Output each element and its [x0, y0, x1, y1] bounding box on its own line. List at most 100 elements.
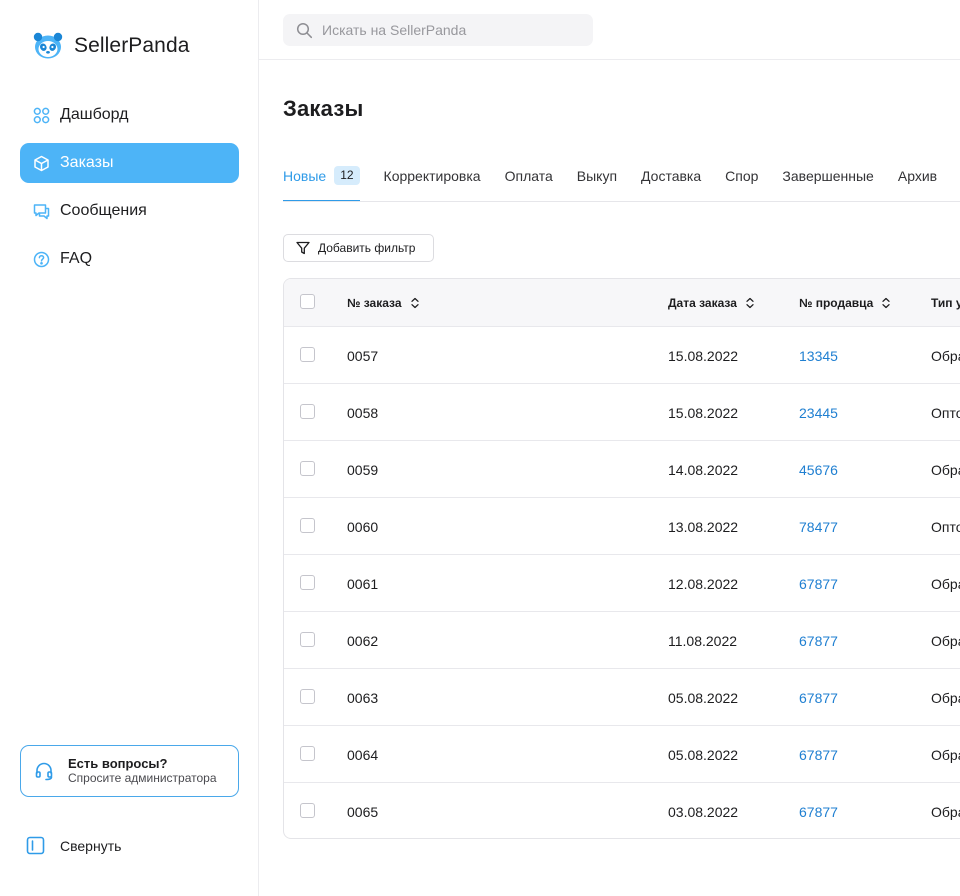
- table-row[interactable]: 0058 15.08.2022 23445 Опто: [284, 384, 960, 441]
- column-label: Тип у: [931, 296, 960, 310]
- sidebar-item-dashboard[interactable]: Дашборд: [20, 95, 239, 135]
- count-badge: 12: [334, 166, 360, 185]
- order-number: 0065: [347, 803, 379, 820]
- question-icon: [33, 251, 50, 268]
- order-date: 13.08.2022: [668, 518, 739, 535]
- tab-archive[interactable]: Архив: [898, 163, 937, 201]
- sidebar-item-faq[interactable]: FAQ: [20, 239, 239, 279]
- search-bar: [283, 14, 593, 46]
- row-checkbox[interactable]: [300, 518, 315, 533]
- sidebar-item-label: Дашборд: [60, 106, 129, 123]
- seller-link[interactable]: 23445: [799, 384, 838, 441]
- order-number: 0057: [347, 347, 379, 364]
- tab-completed[interactable]: Завершенные: [782, 163, 873, 201]
- tab-label: Спор: [725, 168, 759, 184]
- order-date: 11.08.2022: [668, 632, 738, 649]
- tab-correction[interactable]: Корректировка: [384, 163, 481, 201]
- help-text: Есть вопросы? Спросите администратора: [68, 756, 217, 786]
- column-label: Дата заказа: [668, 296, 737, 310]
- box-icon: [33, 155, 50, 172]
- add-filter-button[interactable]: Добавить фильтр: [283, 234, 434, 262]
- tab-label: Новые: [283, 168, 327, 184]
- table-row[interactable]: 0063 05.08.2022 67877 Обра: [284, 669, 960, 726]
- seller-link[interactable]: 67877: [799, 726, 838, 783]
- row-checkbox[interactable]: [300, 689, 315, 704]
- orders-table: № заказа Дата заказа № продавца Тип у 00…: [283, 278, 960, 839]
- row-checkbox[interactable]: [300, 347, 315, 362]
- order-number: 0059: [347, 461, 379, 478]
- table-row[interactable]: 0061 12.08.2022 67877 Обра: [284, 555, 960, 612]
- sidebar-item-messages[interactable]: Сообщения: [20, 191, 239, 231]
- seller-link[interactable]: 78477: [799, 498, 838, 555]
- order-date: 14.08.2022: [668, 461, 739, 478]
- column-header-date[interactable]: Дата заказа: [668, 279, 755, 327]
- tab-label: Архив: [897, 168, 938, 184]
- tab-delivery[interactable]: Доставка: [641, 163, 701, 201]
- order-type: Обра: [931, 632, 960, 649]
- row-checkbox[interactable]: [300, 746, 315, 761]
- select-all-checkbox[interactable]: [300, 294, 315, 309]
- column-label: № заказа: [347, 296, 402, 310]
- seller-link[interactable]: 45676: [799, 441, 838, 498]
- order-type: Опто: [931, 404, 960, 421]
- row-checkbox[interactable]: [300, 461, 315, 476]
- sort-icon: [746, 297, 754, 309]
- seller-link[interactable]: 13345: [799, 327, 838, 384]
- order-number: 0063: [347, 689, 379, 706]
- collapse-label: Свернуть: [60, 837, 122, 854]
- help-card[interactable]: Есть вопросы? Спросите администратора: [20, 745, 239, 797]
- search-input[interactable]: [322, 22, 582, 38]
- headset-icon: [35, 762, 53, 781]
- tab-dispute[interactable]: Спор: [725, 163, 758, 201]
- sidebar-nav: Дашборд Заказы Сообщения FAQ: [20, 95, 239, 287]
- column-header-order[interactable]: № заказа: [347, 279, 420, 327]
- order-date: 15.08.2022: [668, 347, 739, 364]
- order-type: Обра: [931, 746, 960, 763]
- brand-name: SellerPanda: [74, 34, 190, 57]
- row-checkbox[interactable]: [300, 632, 315, 647]
- order-number: 0060: [347, 518, 379, 535]
- order-date: 12.08.2022: [668, 575, 739, 592]
- seller-link[interactable]: 67877: [799, 669, 838, 726]
- order-number: 0061: [347, 575, 379, 592]
- seller-link[interactable]: 67877: [799, 612, 838, 669]
- chat-icon: [33, 203, 50, 220]
- order-number: 0064: [347, 746, 379, 763]
- row-checkbox[interactable]: [300, 803, 315, 818]
- order-number: 0058: [347, 404, 379, 421]
- row-checkbox[interactable]: [300, 575, 315, 590]
- order-type: Обра: [931, 803, 960, 820]
- logo[interactable]: SellerPanda: [32, 30, 190, 62]
- column-label: № продавца: [799, 296, 874, 310]
- sort-icon: [882, 297, 890, 309]
- tab-label: Выкуп: [576, 168, 618, 184]
- order-number: 0062: [347, 632, 379, 649]
- order-date: 15.08.2022: [668, 404, 739, 421]
- table-row[interactable]: 0065 03.08.2022 67877 Обра: [284, 783, 960, 838]
- table-row[interactable]: 0059 14.08.2022 45676 Обра: [284, 441, 960, 498]
- search-icon: [296, 22, 313, 38]
- tab-new[interactable]: Новые 12: [283, 163, 360, 201]
- order-type: Обра: [931, 689, 960, 706]
- table-row[interactable]: 0060 13.08.2022 78477 Опто: [284, 498, 960, 555]
- table-row[interactable]: 0057 15.08.2022 13345 Обра: [284, 327, 960, 384]
- sidebar-item-orders[interactable]: Заказы: [20, 143, 239, 183]
- grid-icon: [33, 107, 50, 124]
- tab-label: Корректировка: [383, 168, 481, 184]
- status-tabs: Новые 12 Корректировка Оплата Выкуп Дост…: [283, 163, 960, 202]
- tab-payment[interactable]: Оплата: [505, 163, 553, 201]
- table-row[interactable]: 0064 05.08.2022 67877 Обра: [284, 726, 960, 783]
- column-header-seller[interactable]: № продавца: [799, 279, 891, 327]
- add-filter-label: Добавить фильтр: [318, 241, 416, 255]
- tab-buyout[interactable]: Выкуп: [577, 163, 617, 201]
- collapse-button[interactable]: Свернуть: [26, 836, 121, 855]
- order-type: Обра: [931, 461, 960, 478]
- page-title: Заказы: [283, 96, 364, 121]
- order-type: Опто: [931, 518, 960, 535]
- seller-link[interactable]: 67877: [799, 555, 838, 612]
- row-checkbox[interactable]: [300, 404, 315, 419]
- table-row[interactable]: 0062 11.08.2022 67877 Обра: [284, 612, 960, 669]
- sort-icon: [410, 297, 419, 309]
- seller-link[interactable]: 67877: [799, 783, 838, 838]
- column-header-type[interactable]: Тип у: [931, 279, 960, 327]
